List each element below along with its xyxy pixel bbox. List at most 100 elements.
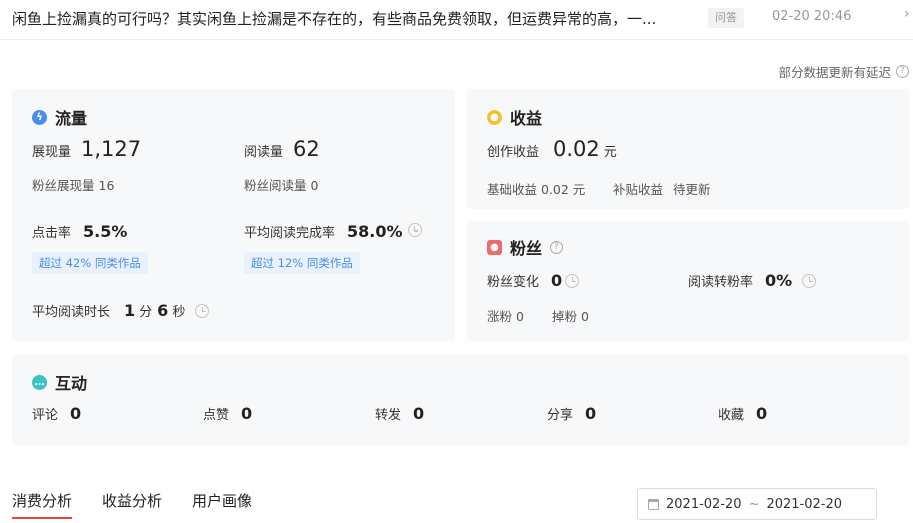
completion-metric: 平均阅读完成率 58.0% [244,222,422,241]
question-icon[interactable]: ? [550,240,564,254]
reposts-metric: 转发 0 [375,404,424,423]
conversion-value: 0% [765,271,793,290]
second-unit: 秒 [172,305,186,320]
fans-card: ● 粉丝 ? 粉丝变化 0 阅读转粉率 0% 涨粉 0 掉粉 0 [467,221,909,341]
conversion-label: 阅读转粉率 [688,275,754,290]
base-income-value: 0.02 元 [541,182,586,197]
ctr-badge: 超过 42% 同类作品 [32,252,148,274]
shares-value: 0 [585,404,597,423]
impressions-value: 1,127 [81,137,142,161]
date-range-picker[interactable]: 2021-02-20 ~ 2021-02-20 [637,488,877,520]
date-end[interactable]: 2021-02-20 [766,497,842,512]
ctr-metric: 点击率 5.5% [32,222,127,241]
article-header: 闲鱼上捡漏真的可行吗？其实闲鱼上捡漏是不存在的，有些商品免费领取，但运费异常的高… [0,0,913,40]
fans-change-metric: 粉丝变化 0 [487,271,580,290]
completion-badge: 超过 12% 同类作品 [244,252,360,274]
shares-metric: 分享 0 [547,404,596,423]
history-icon[interactable] [195,303,210,318]
creation-income-unit: 元 [603,145,617,160]
comments-metric: 评论 0 [32,404,81,423]
fans-gained-value: 0 [516,309,524,324]
history-icon[interactable] [407,223,422,237]
article-title[interactable]: 闲鱼上捡漏真的可行吗？其实闲鱼上捡漏是不存在的，有些商品免费领取，但运费异常的高… [12,8,702,29]
coin-icon: ● [487,109,502,125]
fans-lost-label: 掉粉 [552,309,578,324]
calendar-icon [648,498,659,510]
fans-title-label: 粉丝 [510,239,543,258]
favorites-label: 收藏 [718,408,745,423]
base-income-label: 基础收益 [487,182,538,197]
interaction-card: … 互动 评论 0 点赞 0 转发 0 分享 0 收藏 0 [12,354,909,446]
fan-reads-value: 0 [310,178,319,193]
reposts-value: 0 [413,404,425,423]
fans-change-label: 粉丝变化 [487,275,540,290]
impressions-metric: 展现量 1,127 [32,137,141,161]
tab-user-profile[interactable]: 用户画像 [192,490,252,519]
fans-lost: 掉粉 0 [552,306,589,325]
likes-metric: 点赞 0 [203,404,252,423]
reads-label: 阅读量 [244,145,284,160]
creation-income-metric: 创作收益 0.02 元 [487,137,617,161]
income-title: ● 收益 [487,105,542,129]
ctr-value: 5.5% [83,222,128,241]
fan-impressions: 粉丝展现量 16 [32,175,114,194]
duration-minutes: 1 [124,301,136,320]
data-delay-text: 部分数据更新有延迟 [778,65,891,80]
reads-metric: 阅读量 62 [244,137,320,161]
conversion-metric: 阅读转粉率 0% [688,271,817,290]
completion-value: 58.0% [347,222,403,241]
chat-bubble-icon: … [32,374,47,390]
completion-label: 平均阅读完成率 [244,226,336,241]
likes-value: 0 [241,404,253,423]
article-type-badge: 问答 [708,8,744,28]
tab-income-analysis[interactable]: 收益分析 [102,490,162,519]
comments-value: 0 [70,404,82,423]
traffic-title: ϟ 流量 [32,105,87,129]
lightning-icon: ϟ [32,109,47,125]
data-delay-notice: 部分数据更新有延迟 ? [778,62,909,81]
creation-income-label: 创作收益 [487,145,540,160]
fans-change-value: 0 [551,271,563,290]
shares-label: 分享 [547,408,574,423]
fans-gained: 涨粉 0 [487,306,524,325]
date-start[interactable]: 2021-02-20 [666,497,742,512]
subsidy-income-label: 补贴收益 [613,182,664,197]
history-icon[interactable] [565,273,580,288]
date-separator: ~ [748,496,760,512]
history-icon[interactable] [802,273,817,288]
traffic-card: ϟ 流量 展现量 1,127 阅读量 62 粉丝展现量 16 粉丝阅读量 0 点… [12,89,455,341]
user-icon: ● [487,239,502,255]
impressions-label: 展现量 [32,145,72,160]
analysis-tabs: 消费分析 收益分析 用户画像 [12,490,252,519]
reposts-label: 转发 [375,408,402,423]
reads-value: 62 [293,137,320,161]
chevron-right-icon[interactable]: › [904,6,910,22]
fans-gained-label: 涨粉 [487,309,513,324]
favorites-value: 0 [756,404,768,423]
subsidy-income: 补贴收益 待更新 [613,179,711,198]
fan-impressions-label: 粉丝展现量 [32,178,95,193]
question-icon[interactable]: ? [896,65,909,78]
subsidy-income-value: 待更新 [673,182,711,197]
duration-label: 平均阅读时长 [32,305,111,320]
minute-unit: 分 [139,305,153,320]
fan-reads-label: 粉丝阅读量 [244,178,307,193]
fans-title: ● 粉丝 ? [487,235,564,259]
income-card: ● 收益 创作收益 0.02 元 基础收益 0.02 元 补贴收益 待更新 [467,89,909,209]
ctr-label: 点击率 [32,226,72,241]
favorites-metric: 收藏 0 [718,404,767,423]
base-income: 基础收益 0.02 元 [487,179,585,198]
interaction-title-label: 互动 [55,374,88,393]
tab-consumption-analysis[interactable]: 消费分析 [12,490,73,519]
creation-income-value: 0.02 [553,137,600,161]
fan-reads: 粉丝阅读量 0 [244,175,318,194]
interaction-title: … 互动 [32,370,87,394]
fan-impressions-value: 16 [98,178,115,193]
duration-metric: 平均阅读时长 1 分 6 秒 [32,301,210,320]
publish-time: 02-20 20:46 [772,9,852,24]
fans-lost-value: 0 [581,309,589,324]
duration-seconds: 6 [157,301,169,320]
traffic-title-label: 流量 [55,109,88,128]
likes-label: 点赞 [203,408,230,423]
comments-label: 评论 [32,408,59,423]
